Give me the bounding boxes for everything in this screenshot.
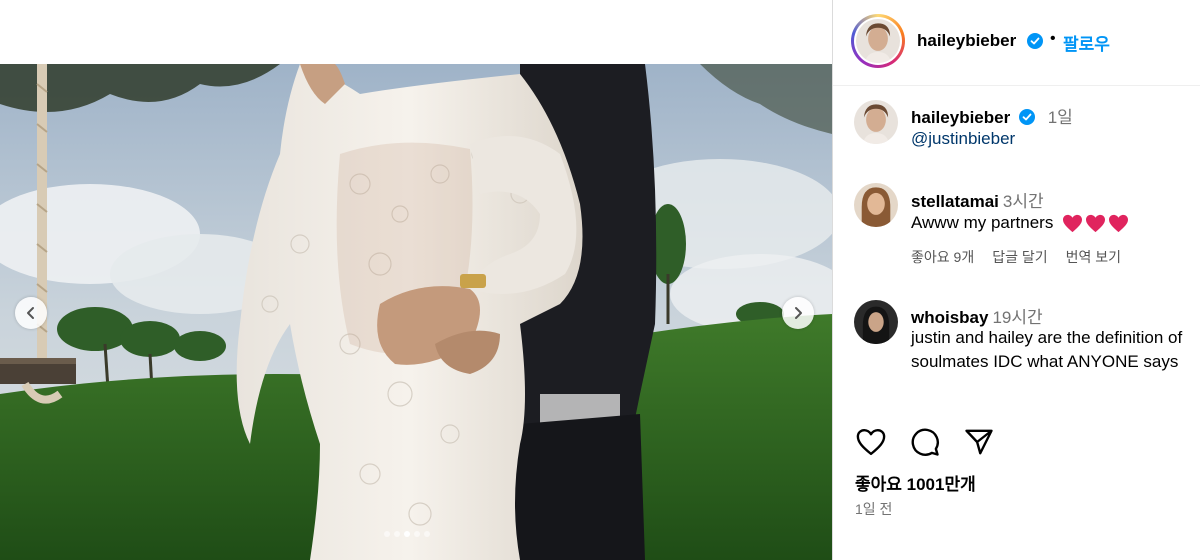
avatar[interactable] [854,100,898,144]
chevron-left-icon [27,307,34,319]
carousel-next-button[interactable] [782,297,814,329]
carousel-dot[interactable] [384,531,390,537]
comment-header: stellatamai 3시간 [911,187,1044,212]
comment-item: whoisbay 19시간 justin and hailey are the d… [833,300,1200,400]
comment-text: Awww my partners [911,213,1054,232]
translate-button[interactable]: 번역 보기 [1066,247,1121,267]
comment-body: Awww my partners [911,211,1200,235]
post-header: haileybieber • 팔로우 [833,0,1200,86]
comment-likes-count[interactable]: 좋아요 9개 [911,247,974,267]
hearts-emoji [1062,214,1129,233]
carousel-prev-button[interactable] [15,297,47,329]
caption-username[interactable]: haileybieber [911,108,1010,127]
post-side-panel: haileybieber • 팔로우 haileybieber 1일 @just [832,0,1200,560]
comment-text: justin and hailey are the definition of … [911,328,1183,371]
red-heart-icon [1109,214,1129,233]
verified-badge-icon [1027,33,1043,49]
carousel-dot-active[interactable] [404,531,410,537]
comment-button[interactable] [909,426,941,458]
post-caption: haileybieber 1일 @justinbieber [833,100,1200,160]
avatar [856,19,900,63]
verified-badge-icon [1018,109,1035,126]
comment-item: stellatamai 3시간 Awww my partners 좋아요 9개 답… [833,183,1200,273]
comment-time[interactable]: 3시간 [1003,192,1044,211]
comment-bubble-icon [911,428,939,456]
caption-author: haileybieber 1일 [911,103,1073,128]
comment-username[interactable]: whoisbay [911,308,988,327]
chevron-right-icon [795,307,802,319]
avatar[interactable] [854,300,898,344]
comment-actions: 좋아요 9개 답글 달기 번역 보기 [911,247,1121,267]
post-timestamp[interactable]: 1일 전 [855,499,892,519]
comment-time[interactable]: 19시간 [992,308,1042,327]
likes-count[interactable]: 좋아요 1001만개 [855,470,976,495]
carousel-dot[interactable] [424,531,430,537]
caption-mention[interactable]: @justinbieber [911,127,1200,151]
post-photo [0,64,832,560]
heart-outline-icon [856,428,886,456]
comment-header: whoisbay 19시간 [911,303,1043,328]
caption-time[interactable]: 1일 [1048,108,1073,127]
avatar[interactable] [854,183,898,227]
carousel-dot[interactable] [414,531,420,537]
carousel-dot[interactable] [394,531,400,537]
reply-button[interactable]: 답글 달기 [992,247,1047,267]
paper-plane-icon [965,429,993,455]
carousel-indicator [384,531,430,537]
header-separator: • [1050,30,1056,47]
comment-username[interactable]: stellatamai [911,192,999,211]
red-heart-icon [1063,214,1083,233]
author-username[interactable]: haileybieber [917,31,1016,51]
author-avatar-ring[interactable] [851,14,905,68]
red-heart-icon [1086,214,1106,233]
share-button[interactable] [963,426,995,458]
like-button[interactable] [855,426,887,458]
post-media-panel [0,0,832,560]
follow-button[interactable]: 팔로우 [1063,30,1110,55]
post-action-bar [855,426,995,458]
